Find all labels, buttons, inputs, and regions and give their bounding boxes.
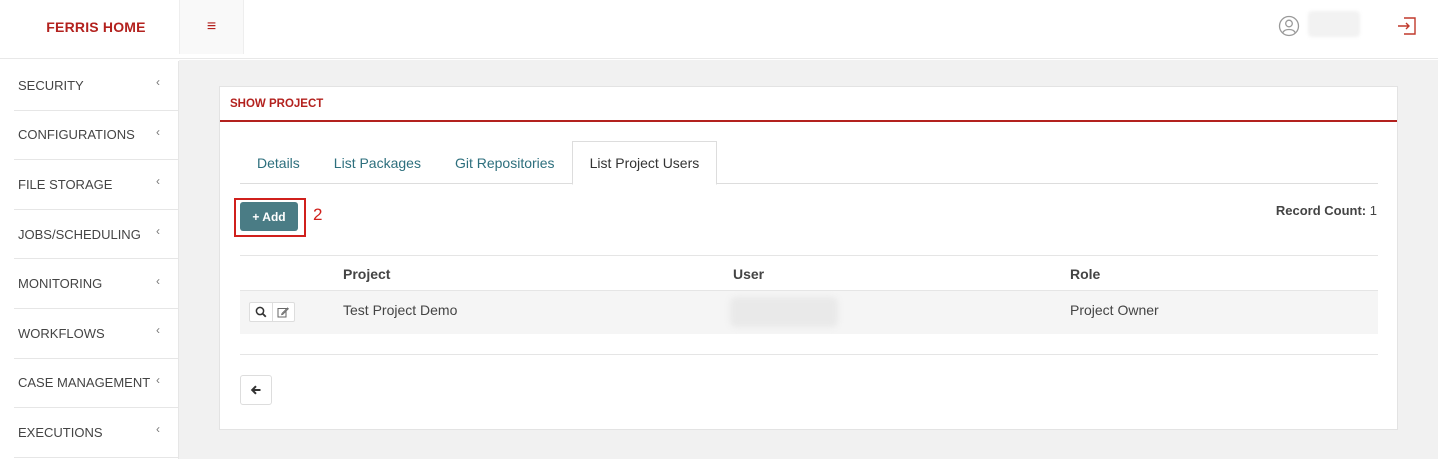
cell-project: Test Project Demo — [343, 302, 458, 318]
chevron-left-icon: ‹ — [156, 174, 160, 189]
back-button[interactable] — [240, 375, 272, 405]
cell-user-redacted — [730, 297, 838, 327]
sidebar-item-configurations[interactable]: CONFIGURATIONS ‹ — [14, 111, 178, 161]
user-name-redacted[interactable] — [1308, 11, 1360, 37]
hamburger-icon: ≡ — [206, 18, 217, 35]
record-count-value: 1 — [1369, 203, 1377, 218]
sidebar: SECURITY ‹ CONFIGURATIONS ‹ FILE STORAGE… — [14, 61, 179, 459]
sidebar-item-label: SECURITY — [18, 77, 84, 93]
column-header-role[interactable]: Role — [1070, 266, 1100, 282]
edit-button[interactable] — [271, 303, 294, 321]
table-row: Test Project Demo Project Owner — [240, 291, 1378, 334]
column-header-project[interactable]: Project — [343, 266, 390, 282]
search-icon — [255, 306, 267, 318]
sidebar-item-executions[interactable]: EXECUTIONS ‹ — [14, 408, 178, 458]
chevron-left-icon: ‹ — [156, 75, 160, 90]
top-bar: FERRIS HOME ≡ — [0, 0, 1438, 59]
tab-details[interactable]: Details — [240, 141, 317, 184]
record-count-label: Record Count: — [1275, 203, 1367, 218]
brand-logo[interactable]: FERRIS HOME — [14, 0, 178, 54]
cell-role: Project Owner — [1070, 302, 1159, 318]
column-header-user[interactable]: User — [733, 266, 764, 282]
sidebar-item-label: JOBS/SCHEDULING — [18, 226, 141, 242]
sidebar-item-workflows[interactable]: WORKFLOWS ‹ — [14, 309, 178, 359]
divider — [240, 354, 1378, 355]
sidebar-item-case-management[interactable]: CASE MANAGEMENT ‹ — [14, 359, 178, 409]
arrow-left-icon — [250, 385, 261, 395]
sidebar-item-label: EXECUTIONS — [18, 424, 103, 440]
chevron-left-icon: ‹ — [156, 124, 160, 139]
chevron-left-icon: ‹ — [156, 273, 160, 288]
logout-icon[interactable] — [1396, 15, 1418, 37]
sidebar-item-label: MONITORING — [18, 276, 103, 292]
chevron-left-icon: ‹ — [156, 422, 160, 437]
record-count: Record Count: 1 — [1276, 203, 1377, 218]
table-header: Project User Role — [240, 255, 1378, 291]
sidebar-item-label: CONFIGURATIONS — [18, 127, 135, 143]
sidebar-item-monitoring[interactable]: MONITORING ‹ — [14, 259, 178, 309]
sidebar-item-jobs-scheduling[interactable]: JOBS/SCHEDULING ‹ — [14, 210, 178, 260]
sidebar-item-file-storage[interactable]: FILE STORAGE ‹ — [14, 160, 178, 210]
chevron-left-icon: ‹ — [156, 323, 160, 338]
project-users-table: Project User Role Test Project Demo Proj… — [240, 255, 1378, 334]
sidebar-item-label: WORKFLOWS — [18, 325, 105, 341]
chevron-left-icon: ‹ — [156, 372, 160, 387]
view-button[interactable] — [250, 303, 272, 321]
add-user-button[interactable]: + Add — [240, 202, 298, 231]
tab-git-repositories[interactable]: Git Repositories — [438, 141, 572, 184]
tab-list-project-users[interactable]: List Project Users — [571, 141, 718, 185]
edit-icon — [277, 307, 290, 318]
chevron-left-icon: ‹ — [156, 224, 160, 239]
show-project-card: SHOW PROJECT Details List Packages Git R… — [219, 86, 1398, 430]
user-circle-icon[interactable] — [1278, 15, 1300, 37]
menu-toggle-button[interactable]: ≡ — [179, 0, 244, 54]
tab-bar: Details List Packages Git Repositories L… — [240, 141, 1378, 185]
tab-list-packages[interactable]: List Packages — [317, 141, 438, 184]
sidebar-item-security[interactable]: SECURITY ‹ — [14, 61, 178, 111]
card-title: SHOW PROJECT — [220, 87, 1397, 122]
step-annotation: 2 — [313, 205, 323, 224]
row-actions — [249, 302, 295, 322]
sidebar-item-label: CASE MANAGEMENT — [18, 375, 151, 391]
sidebar-item-label: FILE STORAGE — [18, 176, 113, 192]
